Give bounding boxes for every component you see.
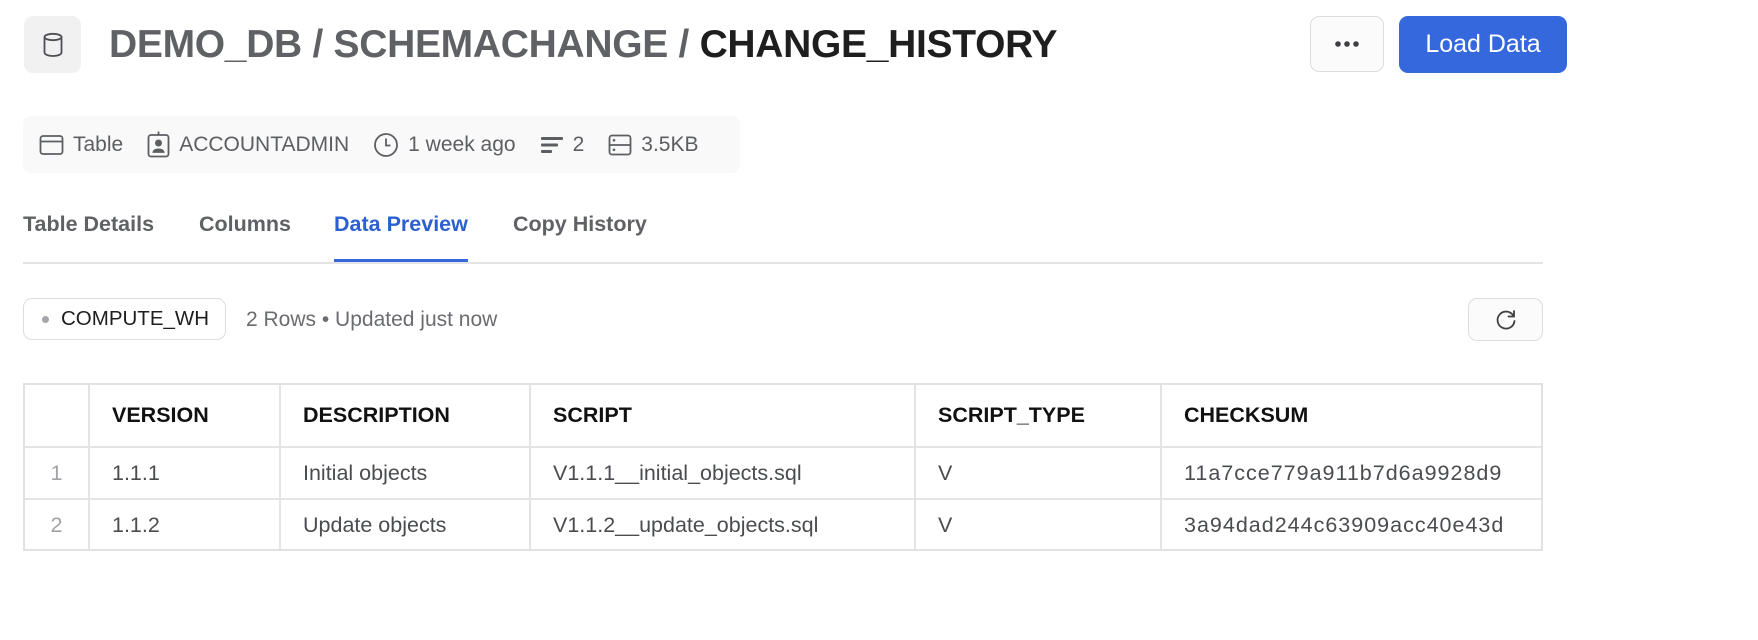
tab-bar: Table Details Columns Data Preview Copy … — [23, 200, 1543, 264]
column-header-version[interactable]: VERSION — [89, 385, 281, 448]
tab-copy-history[interactable]: Copy History — [513, 212, 647, 260]
data-preview-grid: VERSION DESCRIPTION SCRIPT SCRIPT_TYPE C… — [23, 383, 1543, 551]
cell-checksum[interactable]: 11a7cce779a911b7d6a9928d9 — [1161, 447, 1541, 500]
refresh-button[interactable] — [1468, 298, 1543, 341]
meta-type-label: Table — [73, 132, 124, 156]
breadcrumb-separator: / — [667, 23, 700, 66]
row-number: 2 — [25, 499, 90, 549]
load-data-button[interactable]: Load Data — [1399, 16, 1567, 73]
meta-type: Table — [39, 133, 123, 157]
tab-columns[interactable]: Columns — [199, 212, 291, 260]
column-header-description[interactable]: DESCRIPTION — [280, 385, 531, 448]
warehouse-name: COMPUTE_WH — [61, 307, 210, 330]
meta-modified-label: 1 week ago — [408, 132, 516, 156]
cell-script-type[interactable]: V — [915, 499, 1162, 549]
page-header: DEMO_DB / SCHEMACHANGE / CHANGE_HISTORY … — [24, 16, 1742, 74]
cell-checksum[interactable]: 3a94dad244c63909acc40e43d — [1161, 499, 1541, 549]
tab-data-preview[interactable]: Data Preview — [334, 212, 468, 262]
cell-script[interactable]: V1.1.1__initial_objects.sql — [530, 447, 916, 500]
cell-version[interactable]: 1.1.2 — [89, 499, 281, 549]
column-header-script-type[interactable]: SCRIPT_TYPE — [915, 385, 1162, 448]
cell-script-type[interactable]: V — [915, 447, 1162, 500]
table-icon — [39, 134, 64, 155]
cell-description[interactable]: Initial objects — [280, 447, 531, 500]
grid-header-row: VERSION DESCRIPTION SCRIPT SCRIPT_TYPE C… — [25, 385, 1541, 448]
more-options-button[interactable] — [1310, 16, 1384, 72]
cell-script[interactable]: V1.1.2__update_objects.sql — [530, 499, 916, 549]
row-number-header — [25, 385, 90, 448]
meta-owner: ACCOUNTADMIN — [147, 131, 349, 158]
owner-badge-icon — [147, 131, 170, 158]
tab-table-details[interactable]: Table Details — [23, 212, 154, 260]
meta-rows: 2 — [540, 132, 585, 157]
meta-size: 3.5KB — [608, 133, 698, 157]
database-icon — [24, 16, 81, 73]
meta-modified: 1 week ago — [373, 132, 516, 158]
warehouse-selector[interactable]: COMPUTE_WH — [23, 298, 227, 340]
breadcrumb-schema[interactable]: SCHEMACHANGE — [334, 23, 669, 66]
warehouse-status-dot — [42, 315, 49, 323]
column-header-script[interactable]: SCRIPT — [530, 385, 916, 448]
storage-icon — [608, 134, 632, 155]
breadcrumb-database[interactable]: DEMO_DB — [109, 23, 302, 66]
ellipsis-icon — [1335, 41, 1359, 47]
column-header-checksum[interactable]: CHECKSUM — [1161, 385, 1541, 448]
breadcrumb-separator: / — [301, 23, 334, 66]
table-row[interactable]: 1 1.1.1 Initial objects V1.1.1__initial_… — [25, 447, 1541, 500]
row-number: 1 — [25, 447, 90, 500]
preview-status: 2 Rows • Updated just now — [246, 308, 498, 331]
clock-icon — [374, 132, 399, 157]
cell-description[interactable]: Update objects — [280, 499, 531, 549]
cell-version[interactable]: 1.1.1 — [89, 447, 281, 500]
table-row[interactable]: 2 1.1.2 Update objects V1.1.2__update_ob… — [25, 499, 1541, 549]
meta-rows-label: 2 — [572, 132, 585, 156]
meta-owner-label: ACCOUNTADMIN — [179, 132, 350, 156]
meta-size-label: 3.5KB — [641, 132, 699, 156]
refresh-icon — [1496, 309, 1515, 329]
page-title: DEMO_DB / SCHEMACHANGE / CHANGE_HISTORY — [109, 23, 1058, 66]
breadcrumb-table: CHANGE_HISTORY — [699, 23, 1058, 66]
table-metadata-bar: Table ACCOUNTADMIN 1 week ago 2 3.5KB — [23, 116, 740, 173]
rows-icon — [540, 136, 563, 153]
